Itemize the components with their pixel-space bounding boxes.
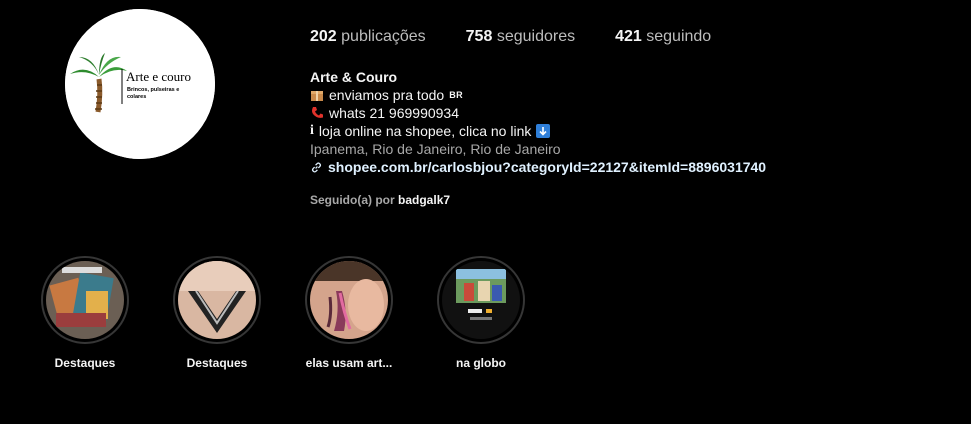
profile-link-text[interactable]: shopee.com.br/carlosbjou?categoryId=2212… xyxy=(328,158,766,176)
bio-line-whatsapp: whats 21 969990934 xyxy=(310,104,766,122)
highlight-thumbnail xyxy=(310,261,388,339)
highlight-thumbnail xyxy=(178,261,256,339)
highlight-cover[interactable] xyxy=(437,256,525,344)
highlight-item[interactable]: Destaques xyxy=(172,256,262,370)
highlight-item[interactable]: na globo xyxy=(436,256,526,370)
highlight-label: elas usam art... xyxy=(305,356,393,370)
highlight-label: Destaques xyxy=(54,356,116,370)
palm-tree-logo: Arte e couro Brincos, pulseiras e colare… xyxy=(65,9,215,159)
followed-by[interactable]: Seguido(a) por badgalk7 xyxy=(310,193,450,207)
profile-name: Arte & Couro xyxy=(310,69,398,85)
followed-by-user[interactable]: badgalk7 xyxy=(398,193,450,207)
info-icon: i xyxy=(310,123,314,138)
profile-avatar[interactable]: Arte e couro Brincos, pulseiras e colare… xyxy=(65,9,215,159)
highlight-label: Destaques xyxy=(186,356,248,370)
highlight-label: na globo xyxy=(456,356,506,370)
bio-line-shipping: enviamos pra todo BR xyxy=(310,86,766,104)
profile-location: Ipanema, Rio de Janeiro, Rio de Janeiro xyxy=(310,141,561,157)
highlight-cover[interactable] xyxy=(41,256,129,344)
profile-stats: 202 publicações 758 seguidores 421 segui… xyxy=(310,28,711,46)
logo-subtitle-1: Brincos, pulseiras e xyxy=(127,87,179,93)
highlight-cover[interactable] xyxy=(173,256,261,344)
down-arrow-icon xyxy=(536,124,551,138)
highlight-thumbnail xyxy=(46,261,124,339)
link-icon xyxy=(311,161,322,173)
posts-count: 202 publicações xyxy=(310,28,426,45)
logo-subtitle-2: colares xyxy=(127,94,146,100)
package-icon xyxy=(311,91,323,101)
profile-link[interactable]: shopee.com.br/carlosbjou?categoryId=2212… xyxy=(310,158,766,176)
bio-line-shop: i loja online na shopee, clica no link xyxy=(310,122,766,140)
highlight-item[interactable]: Destaques xyxy=(40,256,130,370)
logo-title: Arte e couro xyxy=(126,69,191,84)
profile-bio: Arte & Couro enviamos pra todo BR whats … xyxy=(310,68,766,176)
telephone-icon xyxy=(312,107,323,118)
br-tag: BR xyxy=(449,90,464,100)
highlight-thumbnail xyxy=(442,261,520,339)
followers-link[interactable]: 758 seguidores xyxy=(466,28,575,46)
following-link[interactable]: 421 seguindo xyxy=(615,28,711,46)
highlight-cover[interactable] xyxy=(305,256,393,344)
highlight-item[interactable]: elas usam art... xyxy=(304,256,394,370)
story-highlights: Destaques Destaques elas usam art... na … xyxy=(40,256,568,370)
